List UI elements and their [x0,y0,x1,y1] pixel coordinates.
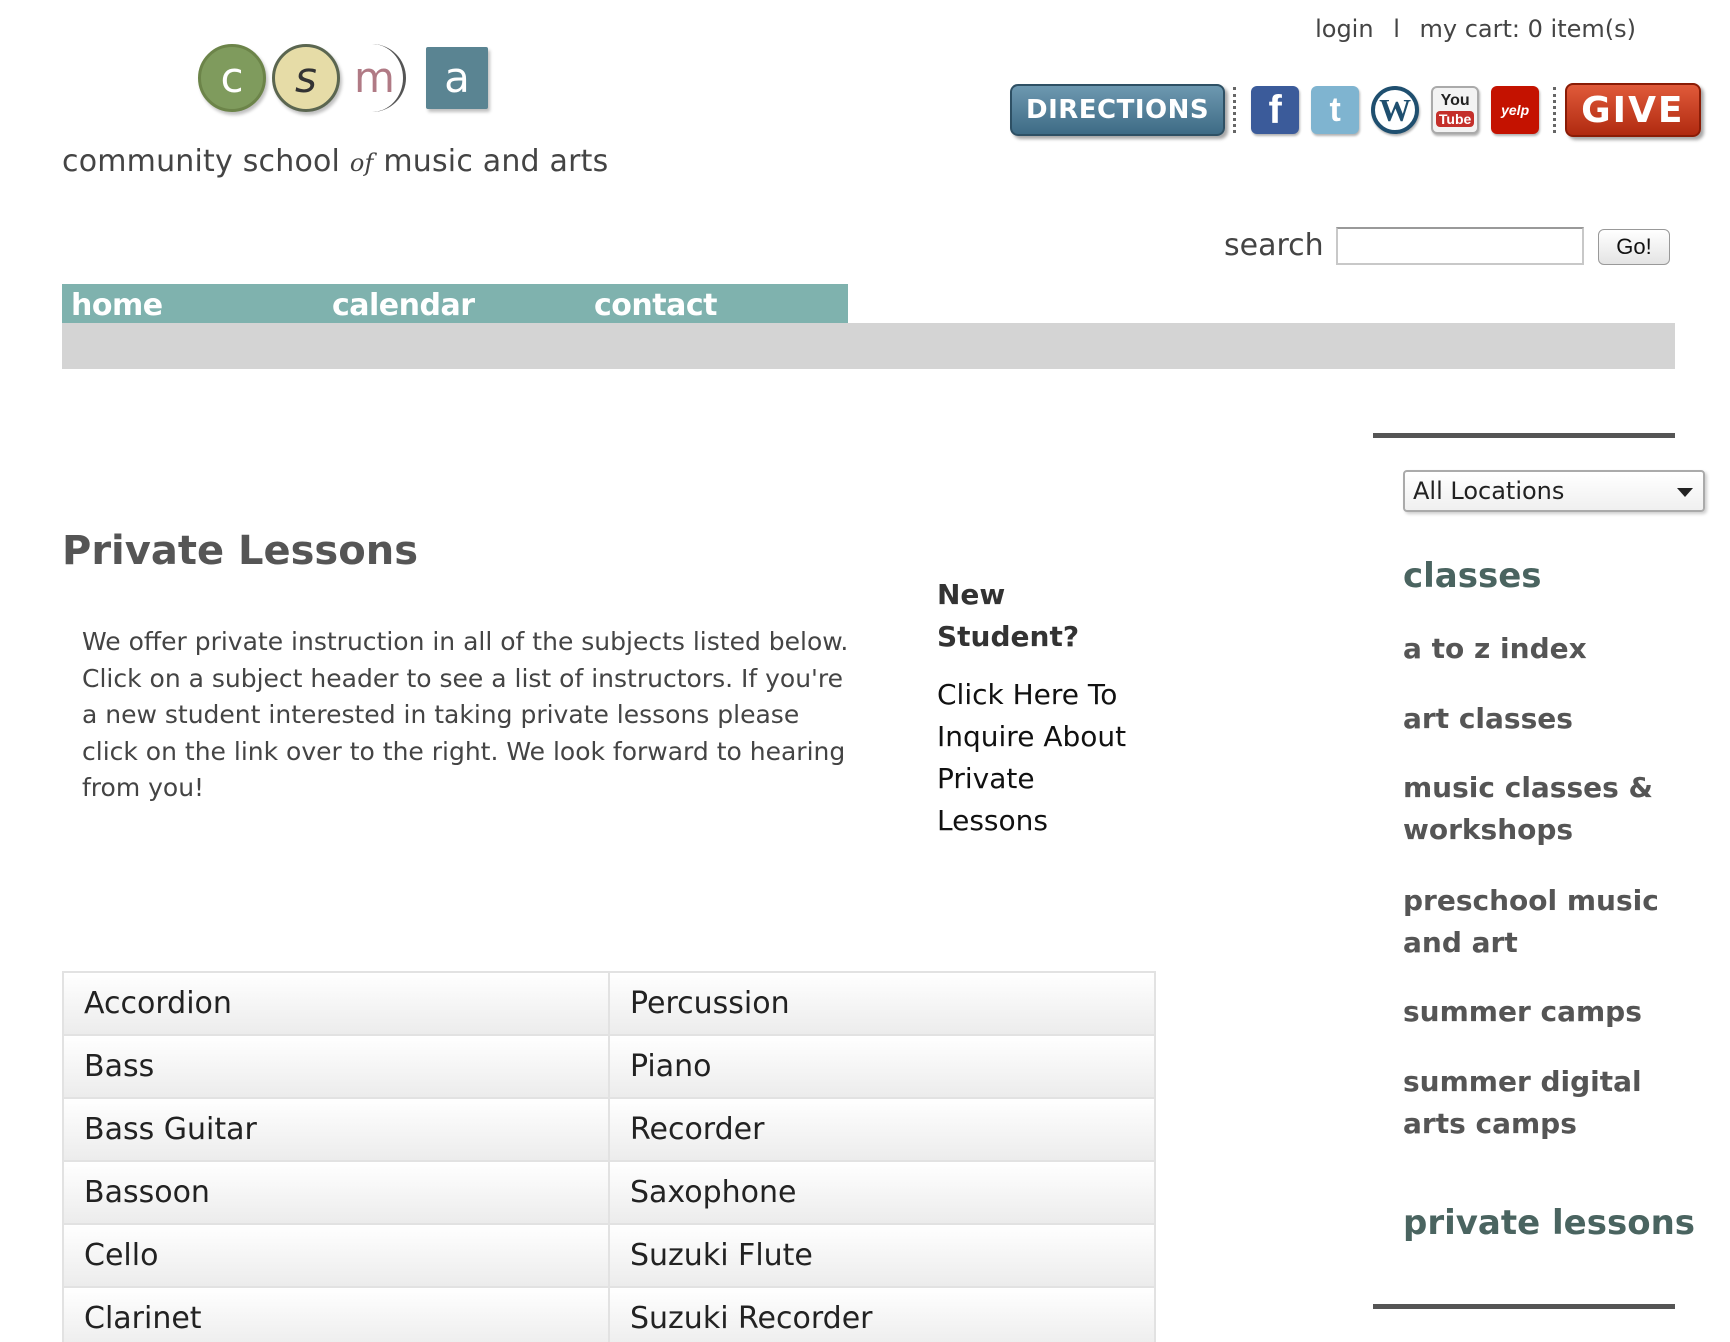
divider [1553,87,1557,133]
wordpress-icon[interactable]: W [1371,86,1420,134]
subject-cell[interactable]: Percussion [608,971,1156,1036]
chevron-down-icon [1677,488,1693,497]
link-separator: l [1393,15,1400,43]
twitter-icon[interactable]: t [1311,86,1360,134]
subject-cell[interactable]: Suzuki Recorder [608,1286,1156,1342]
cart-label: my cart: [1419,15,1520,43]
subject-cell[interactable]: Recorder [608,1097,1156,1162]
logo-wordmark: community school of music and arts [62,144,608,179]
logo-text-post: music and arts [383,144,609,179]
subject-cell[interactable]: Saxophone [608,1160,1156,1225]
inquire-link[interactable]: Click Here To Inquire About Private Less… [937,674,1137,842]
search-go-button[interactable]: Go! [1598,229,1670,265]
social-bar: DIRECTIONS f t W You Tube yelp GIVE [1010,80,1701,140]
logo-letter-m: m [346,44,406,112]
sidebar-item-digital-arts-camps[interactable]: summer digital arts camps [1403,1061,1673,1145]
logo-letter-c: c [198,44,266,112]
nav-calendar[interactable]: calendar [332,288,475,323]
subject-cell[interactable]: Accordion [62,971,610,1036]
cart-link[interactable]: my cart: 0 item(s) [1420,15,1636,43]
location-select[interactable]: All Locations [1403,470,1705,512]
search-input[interactable] [1336,227,1584,265]
subject-cell[interactable]: Clarinet [62,1286,610,1342]
sidebar-heading-private-lessons[interactable]: private lessons [1403,1203,1695,1243]
inquire-box: New Student? Click Here To Inquire About… [937,574,1137,842]
table-row: Bass Piano [62,1034,1156,1099]
sidebar-item-a-to-z[interactable]: a to z index [1403,628,1673,670]
location-selected-value: All Locations [1413,477,1565,505]
yelp-icon[interactable]: yelp [1491,86,1540,134]
sidebar-bottom-rule [1373,1304,1675,1309]
give-button[interactable]: GIVE [1565,83,1701,137]
table-row: Clarinet Suzuki Recorder [62,1286,1156,1342]
page-title: Private Lessons [62,528,418,574]
facebook-icon[interactable]: f [1251,86,1300,134]
subjects-table: Accordion Percussion Bass Piano Bass Guitar R… [62,971,1156,1342]
subject-cell[interactable]: Bass Guitar [62,1097,610,1162]
subject-cell[interactable]: Suzuki Flute [608,1223,1156,1288]
youtube-icon[interactable]: You Tube [1431,86,1480,134]
subject-cell[interactable]: Bass [62,1034,610,1099]
table-row: Bass Guitar Recorder [62,1097,1156,1162]
sidebar-item-music-classes[interactable]: music classes & workshops [1403,767,1673,851]
subnav-bar [62,323,1675,369]
sidebar-item-summer-camps[interactable]: summer camps [1403,991,1673,1033]
search-label: search [1224,228,1324,263]
divider [1233,87,1237,133]
subject-cell[interactable]: Piano [608,1034,1156,1099]
new-student-heading: New Student? [937,578,1080,653]
account-links: login l my cart: 0 item(s) [1309,15,1642,43]
main-nav: home calendar contact [62,284,848,328]
table-row: Bassoon Saxophone [62,1160,1156,1225]
sidebar-heading-classes[interactable]: classes [1403,556,1542,596]
youtube-you: You [1440,92,1470,109]
subject-cell[interactable]: Cello [62,1223,610,1288]
logo-letter-a: a [426,47,488,109]
cart-count: 0 item(s) [1527,15,1636,43]
login-link[interactable]: login [1315,15,1373,43]
subject-cell[interactable]: Bassoon [62,1160,610,1225]
logo-text-of: of [349,149,374,177]
directions-button[interactable]: DIRECTIONS [1010,84,1226,136]
sidebar-item-art-classes[interactable]: art classes [1403,698,1673,740]
nav-contact[interactable]: contact [594,288,717,323]
logo-letter-s: s [272,44,340,112]
logo-text-pre: community school [62,144,341,179]
logo-mark: c s m a [198,44,494,112]
table-row: Cello Suzuki Flute [62,1223,1156,1288]
youtube-tube: Tube [1435,111,1475,127]
nav-home[interactable]: home [71,288,163,323]
sidebar-top-rule [1373,433,1675,438]
site-logo[interactable]: c s m a community school of music and ar… [62,40,662,190]
sidebar-item-preschool[interactable]: preschool music and art [1403,880,1673,964]
table-row: Accordion Percussion [62,971,1156,1036]
intro-text: We offer private instruction in all of t… [82,627,849,802]
